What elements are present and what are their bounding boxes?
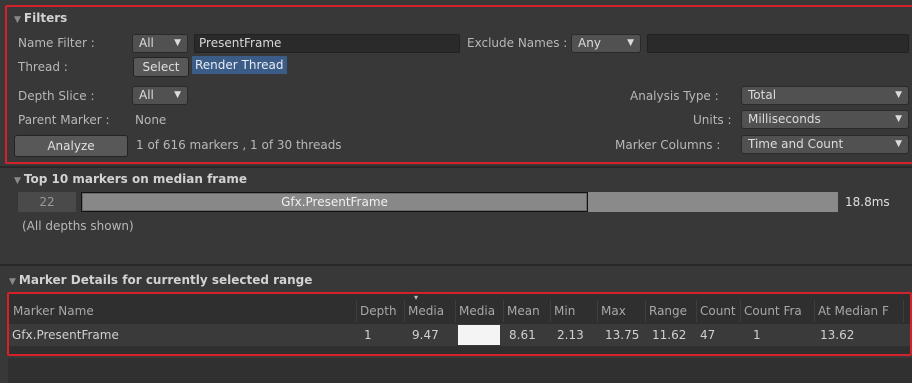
foldout-arrow-icon: ▼ bbox=[14, 15, 21, 25]
name-filter-mode-dropdown[interactable]: All ▼ bbox=[132, 34, 188, 53]
exclude-names-mode-value: Any bbox=[578, 36, 601, 50]
chevron-down-icon: ▼ bbox=[627, 38, 634, 48]
name-filter-input[interactable]: PresentFrame bbox=[194, 34, 460, 53]
analyze-button[interactable]: Analyze bbox=[14, 135, 128, 157]
thread-select-button[interactable]: Select bbox=[133, 57, 189, 77]
marker-bar-label: Gfx.PresentFrame bbox=[281, 195, 388, 209]
exclude-names-label: Exclude Names : bbox=[467, 36, 568, 50]
marker-columns-value: Time and Count bbox=[748, 137, 844, 151]
marker-bar-fill[interactable]: Gfx.PresentFrame bbox=[81, 192, 588, 212]
analysis-type-label: Analysis Type : bbox=[630, 89, 719, 103]
parent-marker-value: None bbox=[135, 113, 167, 127]
units-value: Milliseconds bbox=[748, 112, 821, 126]
marker-columns-label: Marker Columns : bbox=[615, 138, 721, 152]
chevron-down-icon: ▼ bbox=[174, 38, 181, 48]
exclude-names-mode-dropdown[interactable]: Any ▼ bbox=[571, 34, 641, 53]
chevron-down-icon: ▼ bbox=[895, 139, 902, 149]
table-empty-area bbox=[8, 358, 912, 383]
units-dropdown[interactable]: Milliseconds ▼ bbox=[741, 110, 909, 129]
depth-note: (All depths shown) bbox=[22, 219, 134, 233]
marker-details-foldout[interactable]: ▼ Marker Details for currently selected r… bbox=[9, 273, 312, 287]
marker-rank-badge: 22 bbox=[18, 192, 76, 212]
name-filter-text: PresentFrame bbox=[199, 36, 282, 50]
exclude-names-input[interactable] bbox=[647, 34, 909, 53]
analysis-type-value: Total bbox=[748, 88, 777, 102]
depth-slice-value: All bbox=[139, 88, 154, 102]
top-markers-foldout[interactable]: ▼ Top 10 markers on median frame bbox=[14, 172, 247, 186]
filters-title: Filters bbox=[23, 11, 68, 25]
foldout-arrow-icon: ▼ bbox=[9, 277, 16, 287]
table-highlight-outline bbox=[7, 292, 912, 356]
thread-label: Thread : bbox=[18, 60, 68, 74]
parent-marker-label: Parent Marker : bbox=[18, 113, 110, 127]
depth-slice-label: Depth Slice : bbox=[18, 89, 95, 103]
name-filter-mode-value: All bbox=[139, 36, 154, 50]
analysis-summary: 1 of 616 markers , 1 of 30 threads bbox=[136, 138, 342, 152]
marker-bar-track[interactable]: Gfx.PresentFrame bbox=[81, 192, 838, 212]
foldout-arrow-icon: ▼ bbox=[14, 176, 21, 186]
analysis-type-dropdown[interactable]: Total ▼ bbox=[741, 86, 909, 105]
units-label: Units : bbox=[693, 113, 732, 127]
chevron-down-icon: ▼ bbox=[895, 114, 902, 124]
marker-total-time: 18.8ms bbox=[845, 195, 890, 209]
name-filter-label: Name Filter : bbox=[18, 36, 95, 50]
chevron-down-icon: ▼ bbox=[174, 90, 181, 100]
top-markers-title: Top 10 markers on median frame bbox=[23, 172, 247, 186]
depth-slice-dropdown[interactable]: All ▼ bbox=[132, 86, 188, 105]
filters-foldout[interactable]: ▼ Filters bbox=[14, 11, 67, 25]
chevron-down-icon: ▼ bbox=[895, 90, 902, 100]
thread-value[interactable]: Render Thread bbox=[192, 56, 287, 74]
marker-columns-dropdown[interactable]: Time and Count ▼ bbox=[741, 135, 909, 154]
marker-details-title: Marker Details for currently selected ra… bbox=[18, 273, 313, 287]
